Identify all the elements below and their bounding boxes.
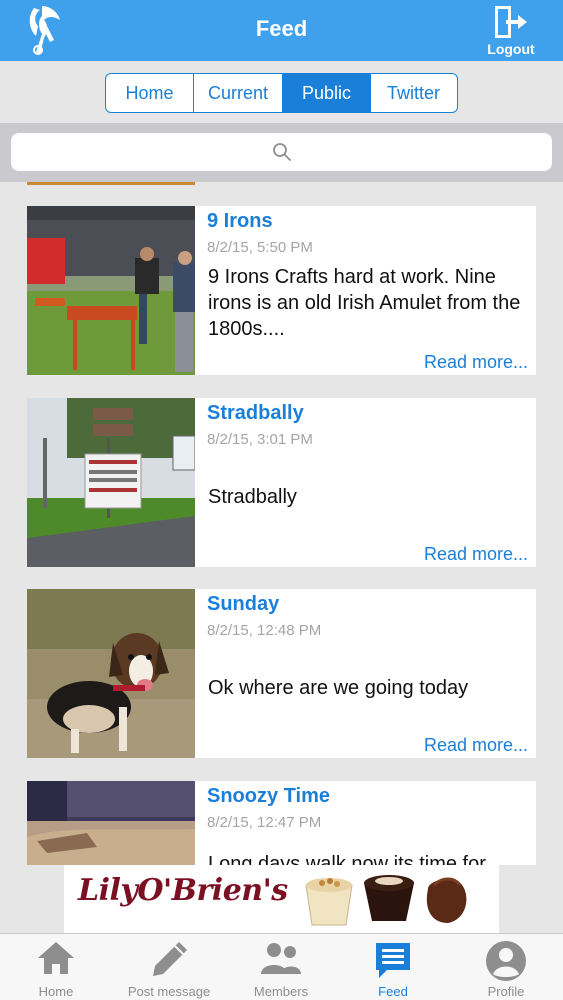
search-bar	[0, 123, 563, 182]
feed-thumbnail-snoozy	[27, 781, 195, 865]
feed-icon	[376, 943, 410, 978]
tab-public[interactable]: Public	[283, 74, 371, 112]
feed-card-date: 8/2/15, 12:47 PM	[207, 814, 322, 831]
logout-icon	[495, 6, 527, 38]
logout-button[interactable]: Logout	[481, 5, 541, 57]
nav-profile-label: Profile	[487, 984, 525, 999]
feed-card-date: 8/2/15, 3:01 PM	[207, 431, 313, 448]
feed-card[interactable]: 9 Irons 8/2/15, 5:50 PM 9 Irons Crafts h…	[27, 206, 536, 375]
nav-feed[interactable]: Feed	[360, 934, 426, 1000]
nav-home[interactable]: Home	[20, 934, 92, 1000]
app-header: Feed Logout	[0, 0, 563, 61]
chocolates-image	[305, 875, 467, 926]
nav-feed-label: Feed	[378, 984, 408, 999]
tab-home[interactable]: Home	[106, 74, 194, 112]
feed-card-title: Stradbally	[207, 402, 304, 424]
page-title: Feed	[255, 16, 308, 41]
pencil-icon	[153, 942, 187, 976]
members-icon	[261, 943, 301, 974]
feed-segmented-control: Home Current Public Twitter	[105, 73, 458, 113]
read-more-link[interactable]: Read more...	[424, 352, 528, 373]
feed-thumbnail-crafts	[27, 206, 195, 375]
feed-card-title: Snoozy Time	[207, 785, 330, 807]
feed-card-title: 9 Irons	[207, 210, 273, 232]
bottom-navigation: Home Post message Members Feed Profile	[0, 933, 563, 1000]
feed-card[interactable]: Snoozy Time 8/2/15, 12:47 PM Long days w…	[27, 781, 536, 865]
tab-bar: Home Current Public Twitter	[0, 61, 563, 123]
search-input[interactable]	[11, 133, 552, 171]
feed-card-date: 8/2/15, 12:48 PM	[207, 622, 322, 639]
ad-banner-content[interactable]: LilyO'Brien's	[64, 865, 499, 933]
read-more-link[interactable]: Read more...	[424, 735, 528, 756]
ad-brand-logo: LilyO'Brien's	[78, 873, 288, 908]
tab-current[interactable]: Current	[194, 74, 283, 112]
search-icon	[272, 143, 291, 161]
feed-card[interactable]: Sunday 8/2/15, 12:48 PM Ok where are we …	[27, 589, 536, 758]
feed-list[interactable]: 9 Irons 8/2/15, 5:50 PM 9 Irons Crafts h…	[0, 182, 563, 865]
home-icon	[38, 942, 74, 974]
nav-profile[interactable]: Profile	[476, 934, 536, 1000]
profile-icon	[486, 941, 526, 981]
feed-card-body: Long days walk now its time for	[208, 853, 486, 865]
feed-card-title: Sunday	[207, 593, 280, 615]
feed-card-body: Ok where are we going today	[208, 677, 469, 699]
nav-post-message-label: Post message	[127, 984, 211, 999]
nav-home-label: Home	[38, 984, 74, 999]
ad-banner[interactable]: LilyO'Brien's	[0, 865, 563, 933]
read-more-link[interactable]: Read more...	[424, 544, 528, 565]
nav-members-label: Members	[253, 984, 309, 999]
feed-thumbnail-stradbally	[27, 398, 195, 567]
tab-twitter[interactable]: Twitter	[371, 74, 456, 112]
nav-members[interactable]: Members	[244, 934, 318, 1000]
previous-card-edge	[27, 182, 195, 185]
logout-label: Logout	[487, 41, 535, 57]
feed-card-body: 9 Irons Crafts hard at work. Nine irons …	[208, 266, 521, 340]
feed-card[interactable]: Stradbally 8/2/15, 3:01 PM Stradbally Re…	[27, 398, 536, 567]
feed-card-date: 8/2/15, 5:50 PM	[207, 239, 313, 256]
nav-post-message[interactable]: Post message	[119, 934, 219, 1000]
feed-thumbnail-dog	[27, 589, 195, 758]
feed-card-body: Stradbally	[208, 486, 297, 508]
